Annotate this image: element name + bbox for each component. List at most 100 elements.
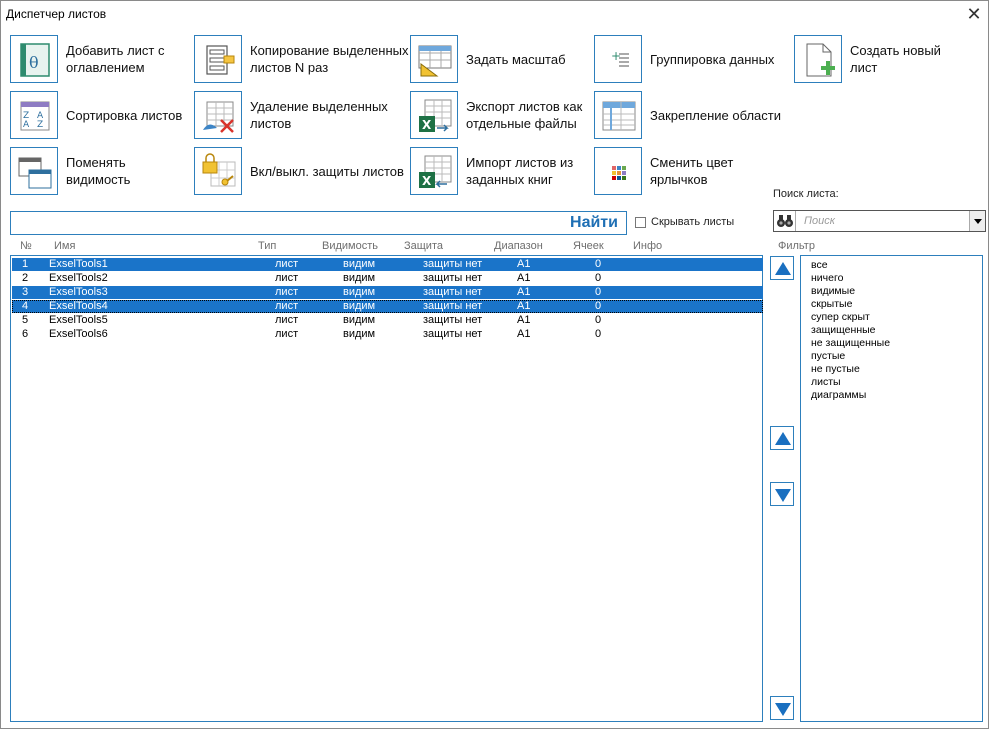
filter-item[interactable]: листы [811, 376, 841, 389]
tool-toggle-visibility[interactable]: Поменять видимость [10, 147, 192, 195]
binoculars-icon[interactable] [774, 211, 796, 231]
tool-label: Вкл/выкл. защиты листов [250, 163, 420, 180]
search-input[interactable] [13, 214, 561, 232]
cell-vis: видим [343, 286, 375, 299]
tool-toggle-protection[interactable]: Вкл/выкл. защиты листов [194, 147, 420, 195]
filter-item[interactable]: не пустые [811, 363, 860, 376]
move-bottom-button[interactable] [770, 696, 794, 720]
cell-range: A1 [517, 286, 530, 299]
tool-label: Группировка данных [650, 51, 780, 68]
filter-item[interactable]: скрытые [811, 298, 852, 311]
search-field[interactable]: Найти [10, 211, 627, 235]
cell-range: A1 [517, 272, 530, 285]
column-header-range[interactable]: Диапазон [494, 240, 543, 252]
column-header-info[interactable]: Инфо [633, 240, 662, 252]
arrow-down-icon [774, 486, 792, 504]
tool-export-sheets[interactable]: X Экспорт листов как отдельные файлы [410, 91, 586, 139]
tool-label: Экспорт листов как отдельные файлы [466, 98, 586, 132]
tab-color-icon [594, 147, 642, 195]
filter-item[interactable]: не защищенные [811, 337, 890, 350]
tool-import-sheets[interactable]: X Импорт листов из заданных книг [410, 147, 586, 195]
cell-name: ExselTools3 [49, 286, 108, 299]
arrow-down-icon [774, 700, 792, 718]
table-row[interactable]: 3ExselTools3листвидимзащиты нетA10 [12, 286, 763, 299]
hide-sheets-checkbox[interactable]: Скрывать листы [635, 216, 734, 228]
find-button[interactable]: Найти [562, 212, 626, 234]
table-row[interactable]: 2ExselTools2листвидимзащиты нетA10 [12, 272, 763, 285]
cell-name: ExselTools1 [49, 258, 108, 271]
cell-cells: 0 [595, 272, 601, 285]
filter-item[interactable]: диаграммы [811, 389, 866, 402]
column-header-protection[interactable]: Защита [404, 240, 443, 252]
filter-label: Фильтр [778, 240, 815, 252]
tool-new-sheet[interactable]: Создать новый лист [794, 35, 960, 83]
sheet-list[interactable]: 1ExselTools1листвидимзащиты нетA102Exsel… [10, 255, 763, 722]
arrow-up-icon [774, 260, 792, 278]
delete-sheets-icon [194, 91, 242, 139]
zoom-ruler-icon [410, 35, 458, 83]
cell-prot: защиты нет [423, 272, 482, 285]
tool-label: Закрепление области [650, 107, 785, 124]
svg-text:+: + [611, 49, 621, 63]
table-row[interactable]: 6ExselTools6листвидимзащиты нетA10 [12, 328, 763, 341]
sort-az-icon: ZAAZ [10, 91, 58, 139]
filter-item[interactable]: все [811, 259, 828, 272]
table-row[interactable]: 4ExselTools4листвидимзащиты нетA10 [12, 300, 763, 313]
tool-label: Поменять видимость [66, 154, 192, 188]
tool-label: Копирование выделенных листов N раз [250, 42, 420, 76]
tool-label: Импорт листов из заданных книг [466, 154, 586, 188]
tool-delete-sheets[interactable]: Удаление выделенных листов [194, 91, 400, 139]
cell-type: лист [275, 258, 298, 271]
cell-name: ExselTools4 [49, 300, 108, 313]
tool-label: Задать масштаб [466, 51, 576, 68]
cell-vis: видим [343, 328, 375, 341]
filter-list[interactable]: всеничеговидимыескрытыесупер скрытзащище… [800, 255, 983, 722]
sheet-manager-window: Диспетчер листов ✕ θ Добавить лист с огл… [0, 0, 989, 729]
filter-item[interactable]: ничего [811, 272, 843, 285]
filter-item[interactable]: видимые [811, 285, 855, 298]
tool-label: Сменить цвет ярлычков [650, 154, 760, 188]
protect-lock-icon [194, 147, 242, 195]
cell-prot: защиты нет [423, 258, 482, 271]
move-down-button[interactable] [770, 482, 794, 506]
move-top-button[interactable] [770, 256, 794, 280]
filter-item[interactable]: супер скрыт [811, 311, 870, 324]
cell-cells: 0 [595, 314, 601, 327]
tool-sort-sheets[interactable]: ZAAZ Сортировка листов [10, 91, 184, 139]
checkbox-box[interactable] [635, 217, 646, 228]
cell-type: лист [275, 286, 298, 299]
tool-add-toc-sheet[interactable]: θ Добавить лист с оглавлением [10, 35, 184, 83]
import-excel-icon: X [410, 147, 458, 195]
tool-group-data[interactable]: + Группировка данных [594, 35, 780, 83]
cell-range: A1 [517, 314, 530, 327]
column-header-type[interactable]: Тип [258, 240, 276, 252]
export-excel-icon: X [410, 91, 458, 139]
cell-range: A1 [517, 300, 530, 313]
svg-text:A: A [23, 120, 30, 130]
close-icon[interactable]: ✕ [963, 3, 985, 25]
filter-item[interactable]: пустые [811, 350, 845, 363]
filter-item[interactable]: защищенные [811, 324, 876, 337]
cell-name: ExselTools6 [49, 328, 108, 341]
tool-copy-sheets[interactable]: Копирование выделенных листов N раз [194, 35, 420, 83]
tool-tab-color[interactable]: Сменить цвет ярлычков [594, 147, 760, 195]
column-header-name[interactable]: Имя [54, 240, 75, 252]
sheet-search-combo[interactable]: Поиск [773, 210, 986, 232]
table-row[interactable]: 5ExselTools5листвидимзащиты нетA10 [12, 314, 763, 327]
cell-type: лист [275, 300, 298, 313]
move-up-button[interactable] [770, 426, 794, 450]
cell-cells: 0 [595, 286, 601, 299]
tool-label: Удаление выделенных листов [250, 98, 400, 132]
table-row[interactable]: 1ExselTools1листвидимзащиты нетA10 [12, 258, 763, 271]
svg-text:X: X [422, 118, 432, 132]
chevron-down-icon[interactable] [969, 211, 985, 231]
svg-text:X: X [422, 174, 432, 188]
cell-type: лист [275, 328, 298, 341]
column-header-cells[interactable]: Ячеек [573, 240, 604, 252]
tool-set-zoom[interactable]: Задать масштаб [410, 35, 576, 83]
cell-n: 6 [22, 328, 28, 341]
column-header-visibility[interactable]: Видимость [322, 240, 378, 252]
cell-prot: защиты нет [423, 314, 482, 327]
tool-freeze-panes[interactable]: Закрепление области [594, 91, 785, 139]
column-header-number[interactable]: № [20, 240, 32, 252]
